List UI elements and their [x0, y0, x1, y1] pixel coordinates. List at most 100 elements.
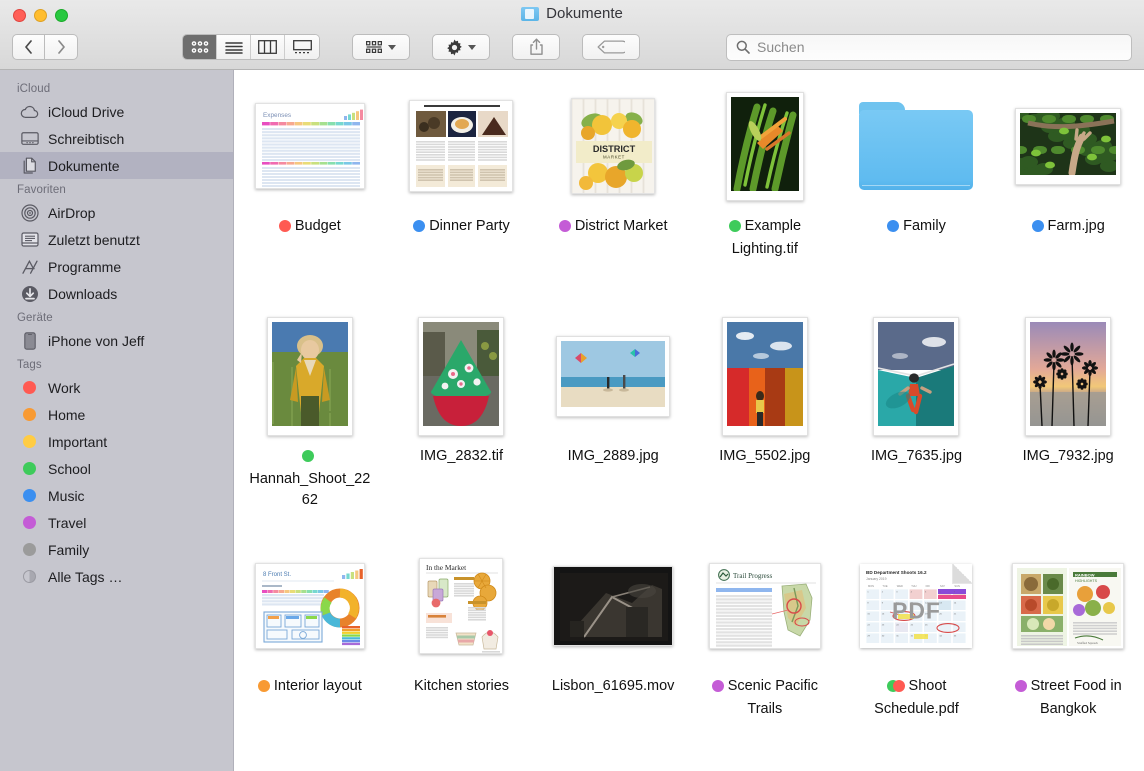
file-item[interactable]: IMG_2889.jpg — [537, 316, 689, 546]
file-item[interactable]: Expenses Budget — [234, 86, 386, 316]
trail-doc-thumbnail: Trail Progress — [709, 546, 821, 666]
sidebar-section-favoriten: Favoriten — [0, 179, 233, 199]
search-field[interactable]: Suchen — [726, 34, 1132, 61]
tag-dot-icon — [1032, 220, 1044, 232]
action-menu-button[interactable] — [432, 34, 490, 60]
sidebar-item-icloud-drive[interactable]: iCloud Drive — [0, 98, 233, 125]
file-browser[interactable]: Expenses Budget Dinner Party DISTRIC — [234, 70, 1144, 771]
tag-dot-icon — [712, 680, 724, 692]
file-label[interactable]: Scenic Pacific Trails — [702, 676, 828, 720]
tag-dot-icon — [887, 220, 899, 232]
navigation-buttons — [12, 34, 78, 60]
file-label[interactable]: IMG_7932.jpg — [1023, 446, 1114, 467]
file-label[interactable]: IMG_2832.tif — [420, 446, 503, 467]
file-item[interactable]: Dinner Party — [386, 86, 538, 316]
sidebar-item-label: Work — [48, 380, 80, 396]
file-item[interactable]: Lisbon_61695.mov — [537, 546, 689, 771]
recents-icon — [20, 230, 39, 249]
photo-tree-thumbnail — [1015, 86, 1121, 206]
window-body: iCloudiCloud DriveSchreibtischDokumenteF… — [0, 70, 1144, 771]
sidebar-item-zuletzt-benutzt[interactable]: Zuletzt benutzt — [0, 226, 233, 253]
applications-icon — [20, 257, 39, 276]
file-label[interactable]: Kitchen stories — [414, 676, 509, 697]
file-label[interactable]: District Market — [559, 216, 668, 239]
tag-dot-icon — [279, 220, 291, 232]
file-label[interactable]: Lisbon_61695.mov — [552, 676, 675, 697]
sidebar-item-iphone-von-jeff[interactable]: iPhone von Jeff — [0, 327, 233, 354]
sidebar-item-school[interactable]: School — [0, 455, 233, 482]
sidebar-item-work[interactable]: Work — [0, 374, 233, 401]
file-item[interactable]: Family — [841, 86, 993, 316]
file-item[interactable]: 8 Front St. Interior layout — [234, 546, 386, 771]
sidebar-item-home[interactable]: Home — [0, 401, 233, 428]
file-label[interactable]: IMG_5502.jpg — [719, 446, 810, 467]
page-title: Dokumente — [546, 5, 623, 22]
tags-button[interactable] — [582, 34, 640, 60]
file-name: IMG_2832.tif — [420, 448, 503, 464]
file-label[interactable]: Street Food in Bangkok — [1005, 676, 1131, 720]
folder-graphic — [859, 102, 973, 190]
file-label[interactable]: Shoot Schedule.pdf — [853, 676, 979, 720]
share-button[interactable] — [512, 34, 560, 60]
sidebar-section-icloud: iCloud — [0, 78, 233, 98]
tag-dots — [279, 218, 291, 239]
file-item[interactable]: Farm.jpg — [992, 86, 1144, 316]
svg-text:HIGHLIGHTS: HIGHLIGHTS — [1075, 579, 1098, 583]
file-item[interactable]: Hannah_Shoot_2262 — [234, 316, 386, 546]
video-dark-thumbnail — [553, 546, 673, 666]
file-label[interactable]: Example Lighting.tif — [702, 216, 828, 260]
file-label[interactable]: Interior layout — [258, 676, 362, 699]
back-button[interactable] — [12, 34, 45, 60]
file-item[interactable]: IMG_7635.jpg — [841, 316, 993, 546]
file-label[interactable]: Dinner Party — [413, 216, 510, 239]
file-label[interactable]: Budget — [279, 216, 341, 239]
file-item[interactable]: IMG_5502.jpg — [689, 316, 841, 546]
file-item[interactable]: Example Lighting.tif — [689, 86, 841, 316]
tag-dots — [413, 218, 425, 239]
sidebar-item-schreibtisch[interactable]: Schreibtisch — [0, 125, 233, 152]
sidebar-item-airdrop[interactable]: AirDrop — [0, 199, 233, 226]
sidebar-item-travel[interactable]: Travel — [0, 509, 233, 536]
file-label[interactable]: Family — [887, 216, 946, 239]
list-view-button[interactable] — [217, 35, 251, 59]
sidebar-item-label: Schreibtisch — [48, 131, 124, 147]
photo-beach-thumbnail — [556, 316, 670, 436]
file-item[interactable]: BD Department Shoots 16.2 January 2019 M… — [841, 546, 993, 771]
tag-dot-icon — [20, 513, 39, 532]
sidebar-item-dokumente[interactable]: Dokumente — [0, 152, 233, 179]
file-name: Interior layout — [274, 678, 362, 694]
group-by-button[interactable] — [352, 34, 410, 60]
file-label[interactable]: IMG_7635.jpg — [871, 446, 962, 467]
file-label[interactable]: Farm.jpg — [1032, 216, 1105, 239]
icon-grid: Expenses Budget Dinner Party DISTRIC — [234, 86, 1144, 771]
sidebar-item-programme[interactable]: Programme — [0, 253, 233, 280]
tag-dot-icon — [413, 220, 425, 232]
svg-text:Stuffed Squash: Stuffed Squash — [1077, 641, 1098, 645]
sidebar-item-music[interactable]: Music — [0, 482, 233, 509]
file-item[interactable]: In the Market Kitche — [386, 546, 538, 771]
file-item[interactable]: Trail Progress Scenic Pacific Trails — [689, 546, 841, 771]
sidebar-item-important[interactable]: Important — [0, 428, 233, 455]
sidebar-item-alle-tags[interactable]: Alle Tags … — [0, 563, 233, 590]
sidebar-item-family[interactable]: Family — [0, 536, 233, 563]
file-item[interactable]: DISTRICT MARKET District Market — [537, 86, 689, 316]
file-item[interactable]: RAINBOW HIGHLIGHTS Stuffed Squash Street… — [992, 546, 1144, 771]
svg-text:TUE: TUE — [883, 584, 888, 588]
svg-text:FRI: FRI — [926, 584, 930, 588]
file-item[interactable]: IMG_7932.jpg — [992, 316, 1144, 546]
icon-view-button[interactable] — [183, 35, 217, 59]
file-name: Farm.jpg — [1048, 218, 1105, 234]
folder-thumbnail — [859, 86, 973, 206]
column-view-button[interactable] — [251, 35, 285, 59]
forward-button[interactable] — [45, 34, 78, 60]
tag-dots — [1032, 218, 1044, 239]
gallery-view-button[interactable] — [285, 35, 319, 59]
file-label[interactable]: IMG_2889.jpg — [568, 446, 659, 467]
file-label[interactable]: Hannah_Shoot_2262 — [247, 446, 373, 511]
file-item[interactable]: IMG_2832.tif — [386, 316, 538, 546]
tag-dot-icon — [20, 459, 39, 478]
sidebar-item-downloads[interactable]: Downloads — [0, 280, 233, 307]
toolbar: Suchen — [0, 30, 1144, 64]
svg-text:DISTRICT: DISTRICT — [593, 144, 636, 154]
poster-thumbnail: DISTRICT MARKET — [571, 86, 655, 206]
